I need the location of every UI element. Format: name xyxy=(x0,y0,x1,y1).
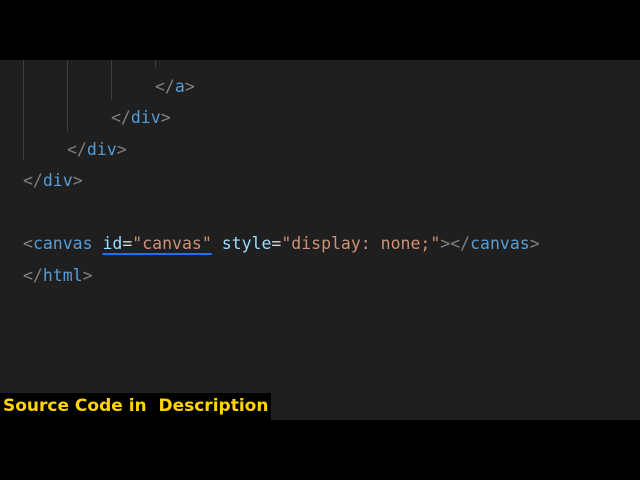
closing-tag-name: canvas xyxy=(470,234,530,253)
tag-close-bracket: > xyxy=(184,77,195,96)
tag-name: div xyxy=(86,140,117,159)
attribute-value-id: "canvas" xyxy=(132,234,212,253)
code-line-close-div-mid[interactable]: </div> xyxy=(0,134,640,166)
tag-name: html xyxy=(42,266,83,285)
attribute-name-style: style xyxy=(221,234,272,253)
tag-name: div xyxy=(42,171,73,190)
clipped-code-line xyxy=(205,60,465,64)
attribute-equals: = xyxy=(122,234,133,253)
attribute-equals: = xyxy=(271,234,282,253)
error-squiggle-id-attribute[interactable]: id="canvas" xyxy=(102,234,211,253)
code-line-close-a[interactable]: </a> xyxy=(0,71,640,103)
tag-open-bracket: </ xyxy=(23,171,43,190)
tag-close-bracket: > xyxy=(82,266,93,285)
code-line-close-html[interactable]: </html> xyxy=(0,260,640,292)
attribute-value-style: "display: none;" xyxy=(281,234,441,253)
tag-close-bracket: > xyxy=(116,140,127,159)
tag-open-bracket: </ xyxy=(67,140,87,159)
tag-bracket-pair: ></ xyxy=(440,234,471,253)
tag-close-bracket: > xyxy=(72,171,83,190)
code-editor[interactable]: </a> </div> </div> </div> <canvas id="ca… xyxy=(0,60,640,420)
tag-close-bracket: > xyxy=(529,234,540,253)
tag-name: div xyxy=(130,108,161,127)
code-line-close-div-inner[interactable]: </div> xyxy=(0,102,640,134)
source-code-caption: Source Code in Description xyxy=(0,393,272,420)
tag-open-bracket: </ xyxy=(155,77,175,96)
code-line-close-div-outer[interactable]: </div> xyxy=(0,165,640,197)
indent-guide xyxy=(155,60,156,68)
tag-open-bracket: </ xyxy=(111,108,131,127)
tag-name: canvas xyxy=(32,234,93,253)
attribute-name-id: id xyxy=(102,234,123,253)
tag-open-bracket: < xyxy=(23,234,33,253)
video-frame: </a> </div> </div> </div> <canvas id="ca… xyxy=(0,0,640,480)
tag-open-bracket: </ xyxy=(23,266,43,285)
code-line-canvas[interactable]: <canvas id="canvas" style="display: none… xyxy=(0,228,640,260)
tag-close-bracket: > xyxy=(160,108,171,127)
tag-name: a xyxy=(174,77,185,96)
